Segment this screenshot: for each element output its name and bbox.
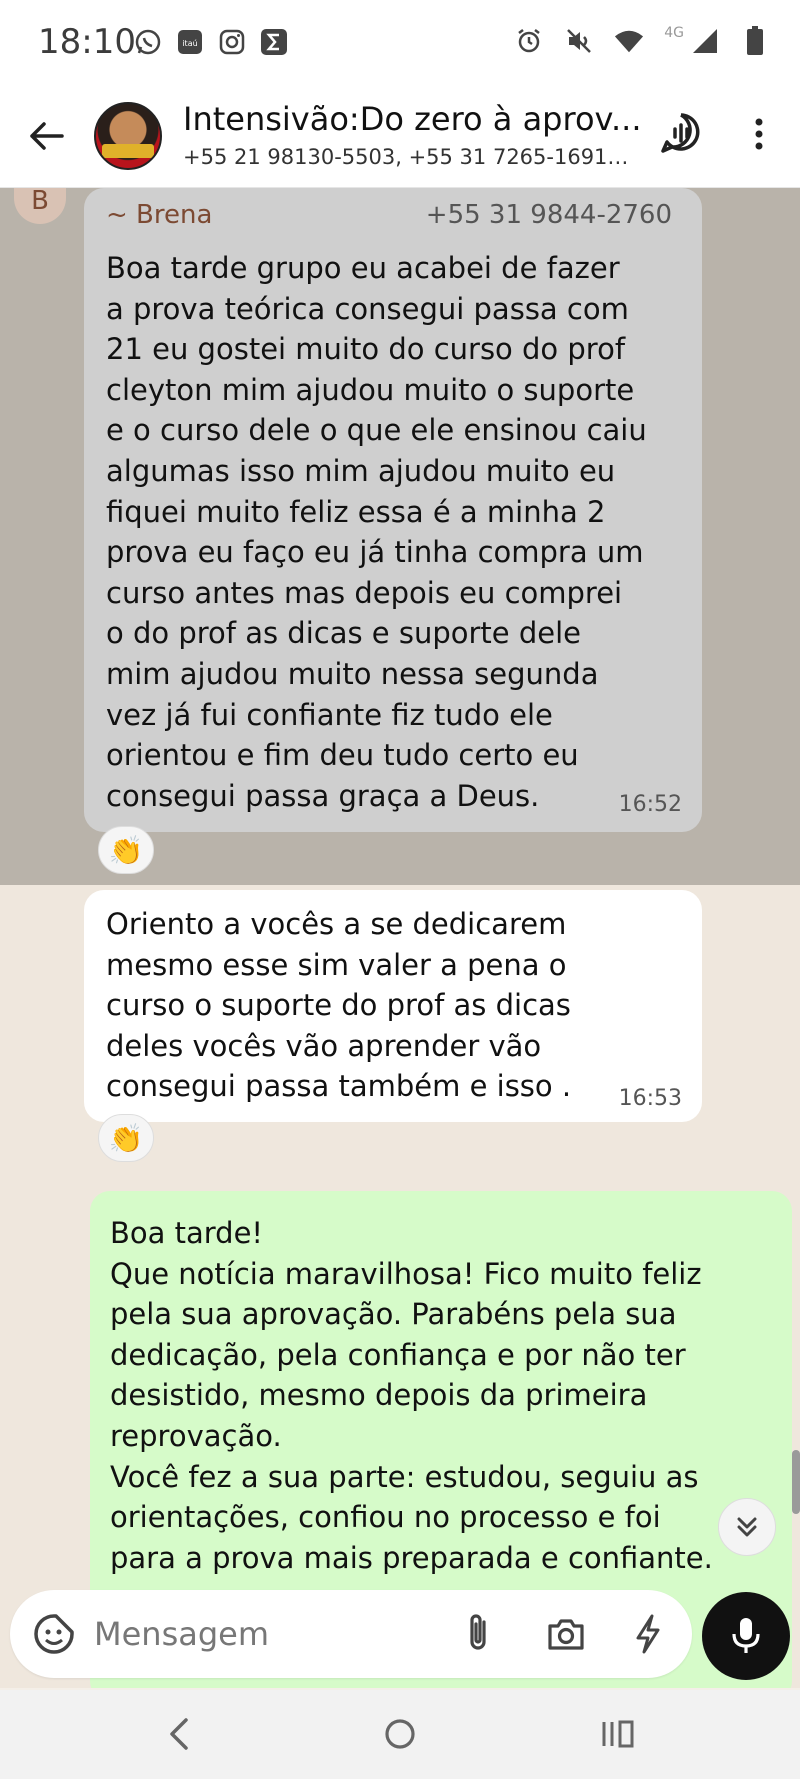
group-avatar[interactable] bbox=[94, 102, 162, 170]
sender-name[interactable]: ~ Brena bbox=[106, 200, 212, 230]
chat-title[interactable]: Intensivão:Do zero à aprov... bbox=[183, 100, 643, 138]
mute-icon bbox=[564, 26, 594, 56]
sigma-icon bbox=[260, 28, 288, 56]
navigation-bar bbox=[0, 1690, 800, 1779]
chat-participants[interactable]: +55 21 98130-5503, +55 31 7265-1691, +5.… bbox=[183, 145, 633, 169]
battery-icon bbox=[740, 26, 770, 56]
status-time: 18:10 bbox=[38, 22, 136, 62]
message-input-container[interactable] bbox=[10, 1590, 692, 1678]
wifi-icon bbox=[614, 26, 644, 56]
message-text: Oriento a vocês a se dedicarem mesmo ess… bbox=[106, 907, 572, 1104]
reaction-badge[interactable]: 👏 bbox=[98, 826, 154, 874]
message-input[interactable] bbox=[94, 1612, 394, 1656]
double-chevron-down-icon bbox=[737, 1517, 757, 1537]
signal-icon bbox=[690, 26, 720, 56]
incoming-message[interactable]: Oriento a vocês a se dedicarem mesmo ess… bbox=[84, 890, 702, 1122]
sender-phone: +55 31 9844-2760 bbox=[425, 200, 672, 230]
message-composer bbox=[0, 1588, 800, 1688]
scrollbar[interactable] bbox=[792, 1450, 800, 1514]
camera-icon[interactable] bbox=[544, 1612, 588, 1656]
whatsapp-icon bbox=[134, 28, 162, 56]
microphone-icon bbox=[732, 1618, 760, 1653]
lightning-icon[interactable] bbox=[628, 1612, 668, 1656]
voice-chat-icon[interactable] bbox=[660, 112, 702, 154]
mic-button[interactable] bbox=[702, 1592, 790, 1680]
message-text: Boa tarde grupo eu acabei de fazer a pro… bbox=[106, 251, 647, 813]
nav-home-icon[interactable] bbox=[382, 1712, 418, 1756]
message-time: 16:53 bbox=[618, 1086, 682, 1111]
chat-header: Intensivão:Do zero à aprov... +55 21 981… bbox=[0, 88, 800, 188]
itau-icon: itaú bbox=[176, 28, 204, 56]
notification-icons: itaú bbox=[134, 28, 288, 56]
network-type: 4G bbox=[664, 25, 684, 41]
message-time: 16:52 bbox=[618, 792, 682, 817]
nav-recents-icon[interactable] bbox=[598, 1712, 638, 1756]
alarm-icon bbox=[514, 26, 544, 56]
scroll-to-bottom-button[interactable] bbox=[718, 1498, 776, 1556]
back-arrow-icon[interactable] bbox=[26, 116, 66, 156]
attach-icon[interactable] bbox=[458, 1612, 498, 1656]
more-options-icon[interactable] bbox=[744, 114, 774, 154]
reaction-badge[interactable]: 👏 bbox=[98, 1114, 154, 1162]
system-icons: 4G bbox=[514, 25, 770, 56]
instagram-icon bbox=[218, 28, 246, 56]
message-text: Boa tarde! Que notícia maravilhosa! Fico… bbox=[110, 1216, 713, 1575]
incoming-message[interactable]: ~ Brena +55 31 9844-2760 Boa tarde grupo… bbox=[84, 188, 702, 832]
status-bar: 18:10 itaú 4G bbox=[0, 0, 800, 88]
sticker-icon[interactable] bbox=[32, 1612, 76, 1656]
chat-area[interactable]: B ~ Brena +55 31 9844-2760 Boa tarde gru… bbox=[0, 188, 800, 1688]
svg-text:itaú: itaú bbox=[182, 39, 197, 48]
nav-back-icon[interactable] bbox=[162, 1712, 198, 1756]
